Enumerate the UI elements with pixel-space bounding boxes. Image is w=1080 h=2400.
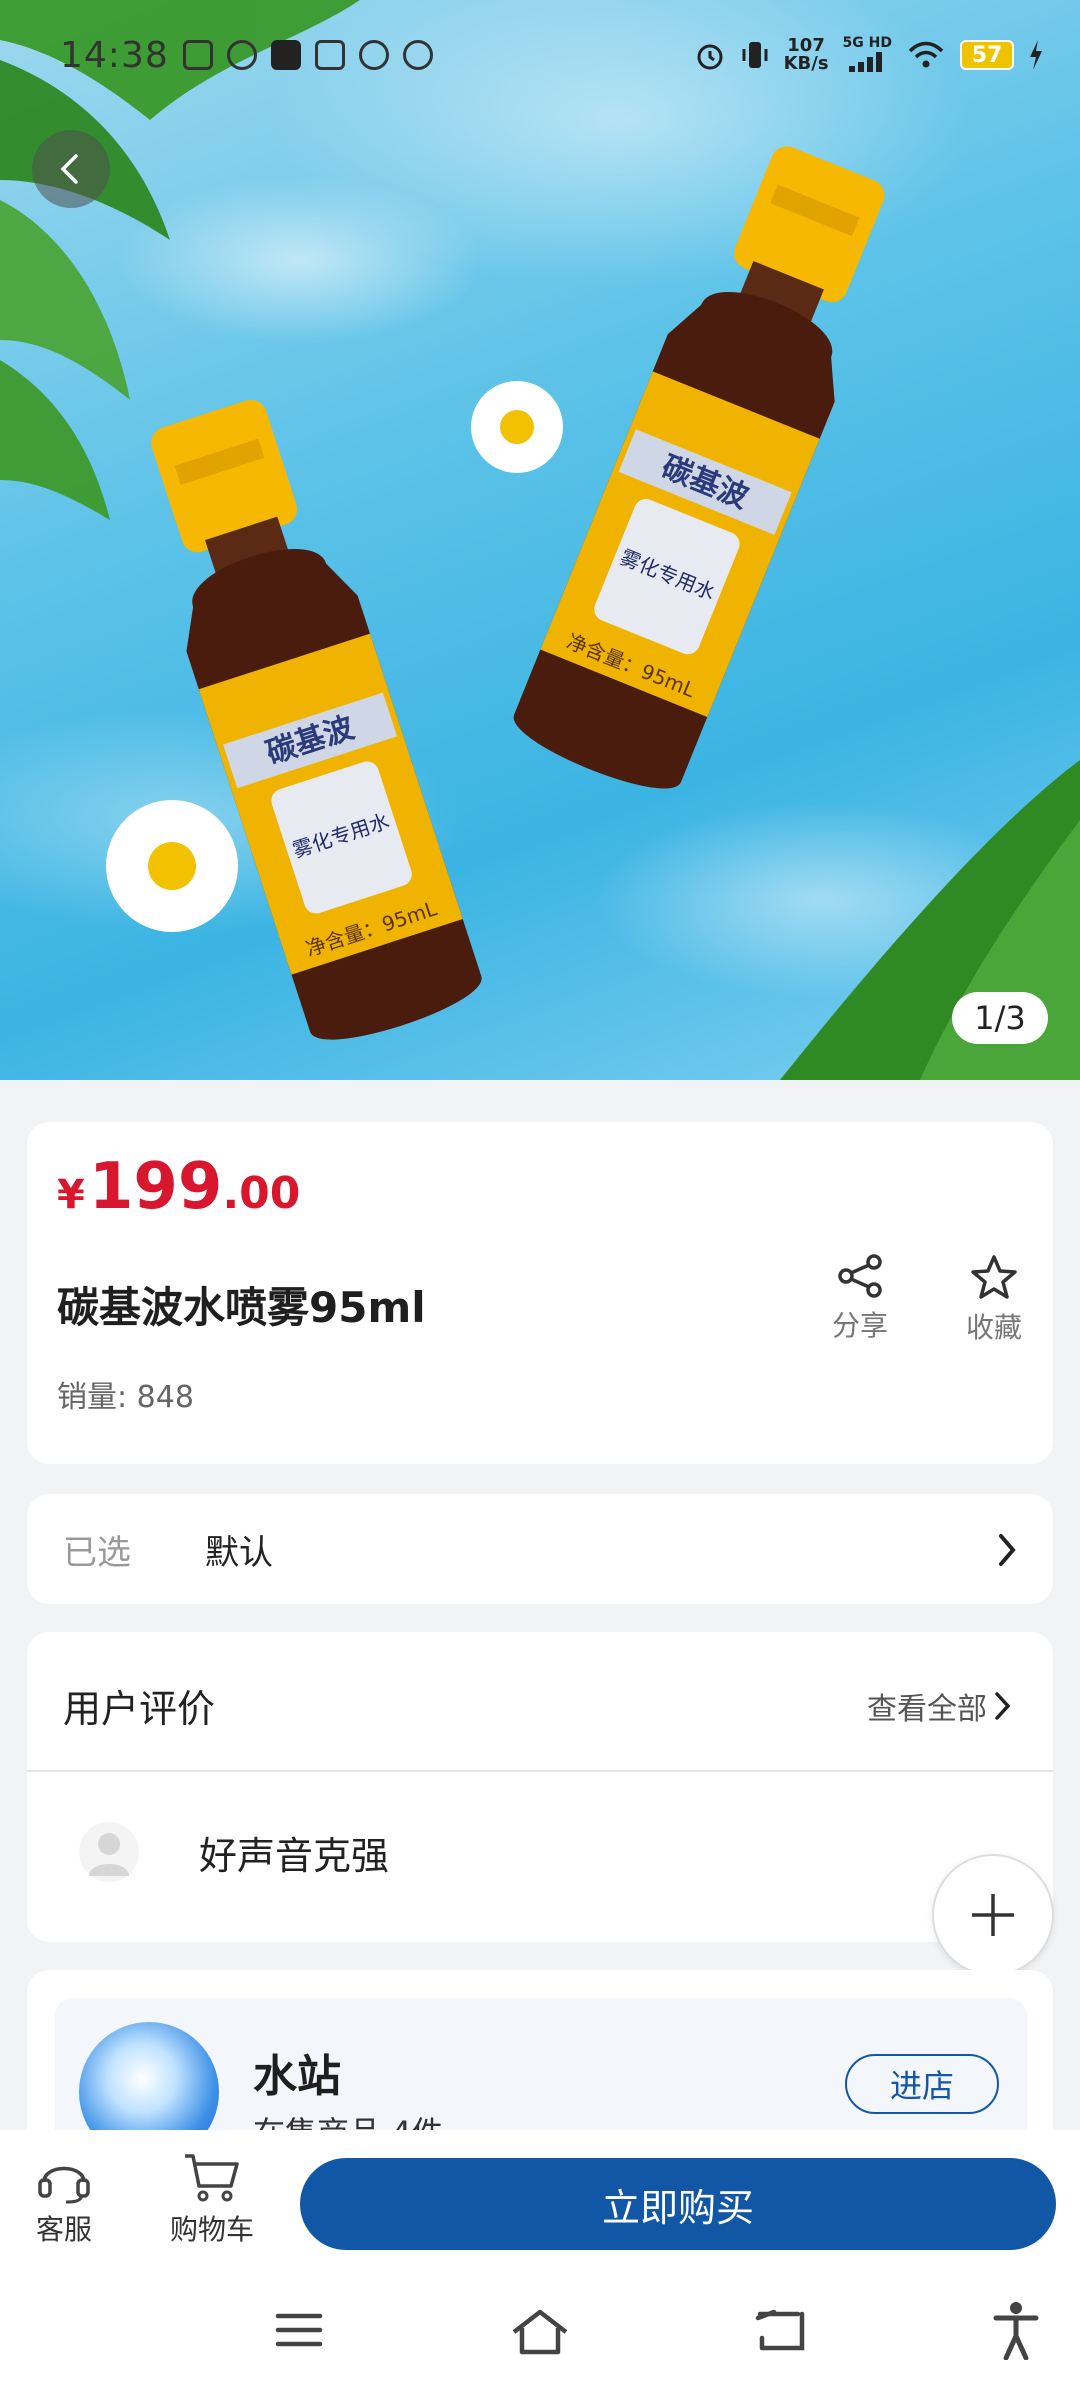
back-nav-icon[interactable]: [754, 2308, 806, 2354]
menu-icon[interactable]: [274, 2308, 324, 2352]
alarm-icon: [697, 44, 723, 70]
chevron-right-icon: [995, 1692, 1011, 1720]
battery-indicator: 57: [960, 40, 1014, 70]
sales-count: 销量: 848: [57, 1380, 194, 1415]
wifi-icon: [908, 41, 944, 68]
vibrate-icon: [742, 42, 768, 68]
buy-now-button[interactable]: 立即购买: [300, 2158, 1056, 2250]
shop-name: 水站: [253, 2051, 341, 2102]
price-integer: 199: [88, 1150, 223, 1224]
app-notification-icon: [226, 40, 257, 70]
reviews-card: 用户评价 查看全部 好声音克强: [27, 1632, 1053, 1942]
product-photo: 碳基波 雾化专用水 净含量：95mL 碳基波 雾化专用水 净含量：95mL: [0, 0, 1080, 1080]
video-app-icon: [314, 40, 345, 70]
product-image-carousel[interactable]: 碳基波 雾化专用水 净含量：95mL 碳基波 雾化专用水 净含量：95mL 14…: [0, 0, 1080, 1080]
spec-value: 默认: [205, 1532, 273, 1573]
net-speed: 107 KB/s: [783, 35, 829, 74]
share-button[interactable]: 分享: [815, 1254, 905, 1344]
notification-icon: [182, 40, 213, 70]
back-button[interactable]: [32, 130, 110, 208]
headset-icon: [38, 2166, 90, 2204]
price-decimal: .00: [222, 1168, 301, 1219]
status-bar: 14:38 107 KB/s 5G HD 57: [0, 0, 1080, 110]
star-icon: [971, 1255, 1017, 1299]
reviewer-name: 好声音克强: [199, 1833, 390, 1878]
share-icon: [838, 1254, 882, 1298]
spec-label: 已选: [63, 1532, 131, 1573]
signal-icon: [849, 52, 883, 72]
spec-selector[interactable]: 已选 默认: [27, 1494, 1053, 1604]
home-icon[interactable]: [510, 2308, 570, 2356]
view-all-reviews-link[interactable]: 查看全部: [867, 1684, 1013, 1728]
customer-service-label: 客服: [36, 2213, 93, 2246]
price: ¥ 199 .00: [57, 1150, 300, 1224]
plus-icon: [972, 1894, 1014, 1936]
product-title: 碳基波水喷雾95ml: [57, 1283, 426, 1332]
chevron-left-icon: [60, 154, 78, 184]
price-currency: ¥: [57, 1172, 85, 1218]
favorite-label: 收藏: [965, 1311, 1022, 1344]
reviews-header: 用户评价 查看全部: [27, 1632, 1053, 1772]
floating-add-button[interactable]: [932, 1854, 1054, 1976]
product-info-card: ¥ 199 .00 碳基波水喷雾95ml 销量: 848 分享 收藏: [27, 1122, 1053, 1464]
system-navigation-bar: [0, 2270, 1080, 2400]
image-pager: 1/3: [952, 992, 1048, 1044]
customer-service-button[interactable]: 客服: [36, 2152, 92, 2248]
flower-top: [471, 381, 563, 473]
signal-indicator: 5G HD: [843, 34, 892, 76]
cart-icon: [185, 2154, 239, 2202]
leaf-icon: [402, 40, 433, 70]
reviews-title: 用户评价: [63, 1687, 216, 1731]
chat-icon: [358, 40, 389, 70]
review-item[interactable]: 好声音克强: [79, 1822, 389, 1882]
accessibility-icon[interactable]: [992, 2300, 1040, 2360]
cart-label: 购物车: [170, 2213, 255, 2246]
charging-icon: [1030, 40, 1042, 70]
enter-shop-button[interactable]: 进店: [845, 2054, 999, 2114]
status-time: 14:38: [60, 34, 169, 76]
favorite-button[interactable]: 收藏: [949, 1254, 1039, 1346]
bottom-action-bar: 客服 购物车 立即购买: [0, 2130, 1080, 2270]
user-icon: [89, 1833, 129, 1876]
chevron-right-icon: [999, 1534, 1016, 1566]
avatar: [79, 1822, 139, 1882]
cart-button[interactable]: 购物车: [170, 2152, 254, 2248]
product-detail-page: 碳基波 雾化专用水 净含量：95mL 碳基波 雾化专用水 净含量：95mL 14…: [0, 0, 1080, 2400]
share-label: 分享: [831, 1309, 888, 1342]
flower-left: [106, 800, 238, 932]
tiktok-icon: [270, 40, 301, 70]
